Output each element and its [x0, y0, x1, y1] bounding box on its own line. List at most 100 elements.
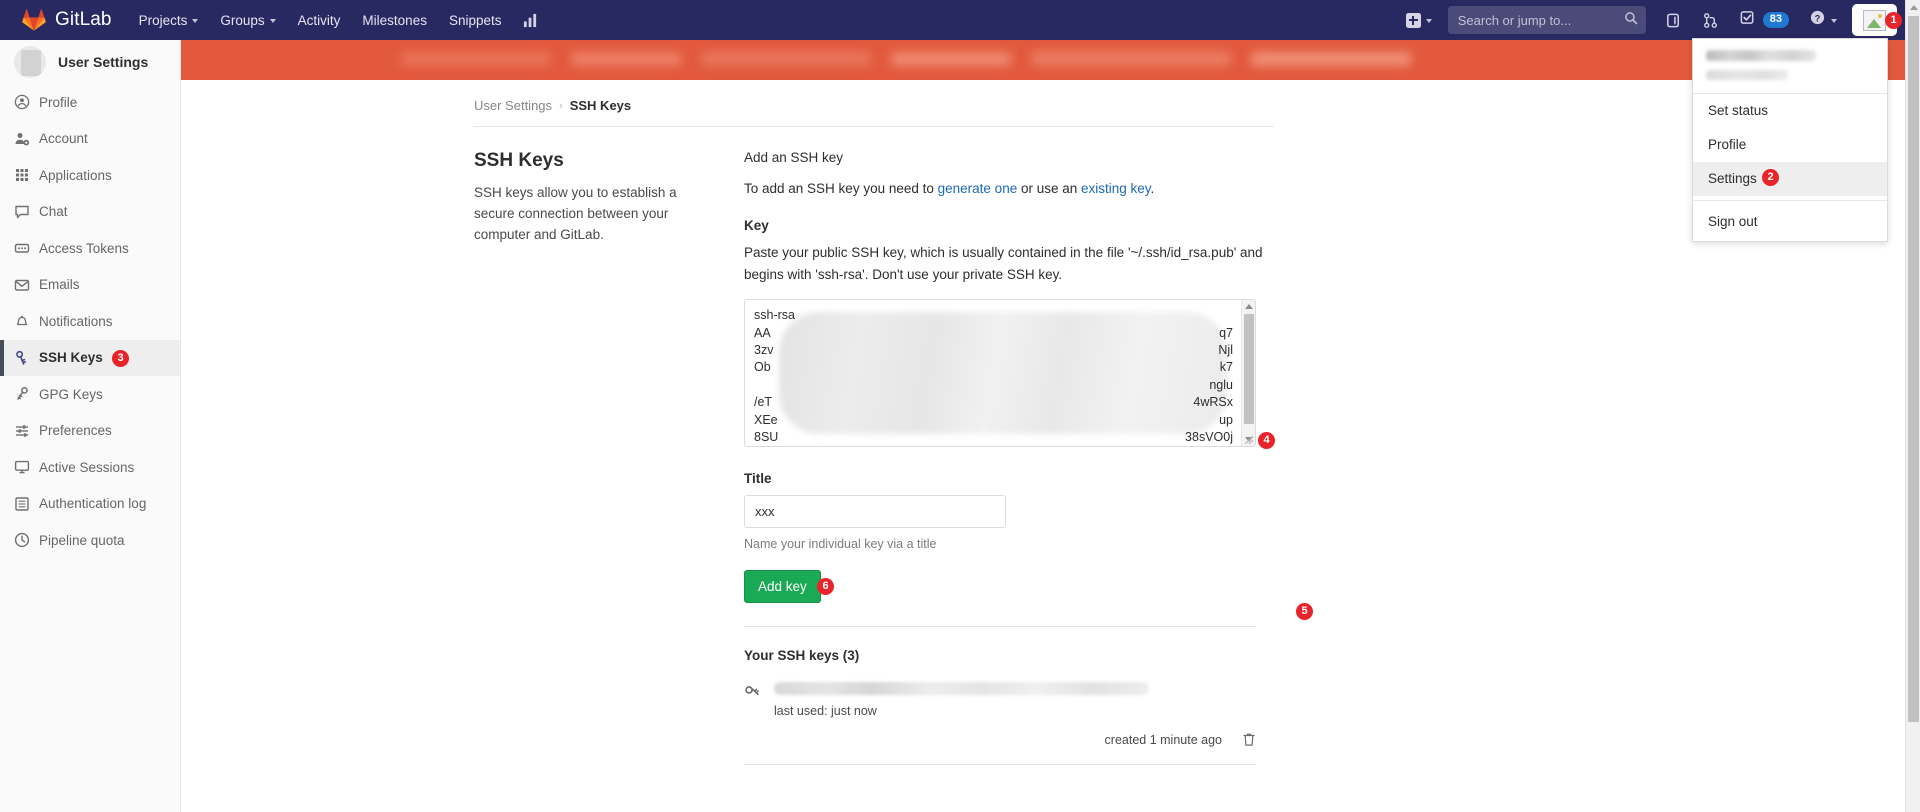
- breadcrumb-user-settings[interactable]: User Settings: [474, 98, 552, 113]
- brand-name: GitLab: [55, 9, 112, 31]
- scroll-up-arrow-icon[interactable]: [1242, 300, 1255, 313]
- clock-quota-icon: [14, 532, 30, 548]
- search-input[interactable]: Search or jump to...: [1448, 6, 1646, 34]
- broadcast-message-banner: [181, 40, 1905, 80]
- sidebar-item-emails[interactable]: Emails: [0, 267, 180, 304]
- comment-icon: [14, 204, 30, 220]
- sidebar-item-preferences[interactable]: Preferences: [0, 413, 180, 450]
- dropdown-item-set-status[interactable]: Set status: [1693, 94, 1887, 128]
- sidebar-avatar: [14, 46, 46, 78]
- key-created-at: created 1 minute ago: [1105, 733, 1222, 747]
- dropdown-item-sign-out[interactable]: Sign out: [1693, 205, 1887, 239]
- list-divider: [744, 764, 1256, 765]
- gitlab-tanuki-icon: [22, 8, 46, 32]
- title-input-help: Name your individual key via a title: [744, 537, 1264, 551]
- primary-nav: Projects Groups Activity Milestones Snip…: [128, 0, 548, 40]
- sidebar-item-pipeline-quota[interactable]: Pipeline quota: [0, 522, 180, 559]
- sidebar-item-label: Preferences: [39, 423, 112, 438]
- chevron-down-icon: [1831, 19, 1837, 23]
- sidebar-item-label: Notifications: [39, 314, 113, 329]
- gitlab-logo-home-link[interactable]: GitLab: [0, 0, 128, 40]
- todo-check-icon: [1739, 9, 1756, 31]
- annotation-badge-3: 3: [112, 350, 129, 367]
- dropdown-user-info: [1693, 39, 1887, 94]
- page-scroll-thumb[interactable]: [1908, 16, 1919, 722]
- trash-icon[interactable]: [1242, 732, 1256, 747]
- todos-button[interactable]: 83: [1730, 0, 1798, 40]
- banner-blurred-text: [701, 51, 871, 66]
- sidebar-item-label: Profile: [39, 95, 77, 110]
- nav-projects-label: Projects: [139, 13, 188, 28]
- dropdown-item-settings-label: Settings: [1708, 171, 1757, 186]
- sidebar-item-authentication-log[interactable]: Authentication log: [0, 486, 180, 523]
- intro-text-middle: or use an: [1017, 181, 1081, 196]
- intro-text-before: To add an SSH key you need to: [744, 181, 938, 196]
- sidebar-item-notifications[interactable]: Notifications: [0, 303, 180, 340]
- sidebar-item-profile[interactable]: Profile: [0, 84, 180, 121]
- ssh-keys-description-panel: SSH Keys SSH keys allow you to establish…: [474, 150, 744, 765]
- sidebar-item-access-tokens[interactable]: Access Tokens: [0, 230, 180, 267]
- annotation-badge-2: 2: [1762, 169, 1779, 186]
- banner-blurred-text: [401, 52, 551, 66]
- key-textarea[interactable]: ssh-rsa AA 3zv Ob /eT XEe 8SU q7 Njl k7 …: [744, 299, 1256, 447]
- nav-activity[interactable]: Activity: [287, 0, 352, 40]
- nav-groups[interactable]: Groups: [209, 0, 286, 40]
- avatar: [1863, 10, 1886, 31]
- chevron-down-icon: [1426, 19, 1432, 23]
- breadcrumb-separator-icon: ›: [559, 100, 563, 112]
- banner-blurred-text: [1031, 51, 1231, 66]
- sidebar-header: User Settings: [0, 40, 180, 84]
- intro-text-after: .: [1151, 181, 1155, 196]
- banner-blurred-text: [1251, 52, 1411, 66]
- nav-projects[interactable]: Projects: [128, 0, 210, 40]
- sidebar-item-account[interactable]: Account: [0, 121, 180, 158]
- key-icon: [14, 350, 30, 366]
- nav-milestones[interactable]: Milestones: [351, 0, 438, 40]
- dropdown-item-profile[interactable]: Profile: [1693, 128, 1887, 162]
- search-placeholder: Search or jump to...: [1458, 13, 1624, 28]
- sidebar-item-chat[interactable]: Chat: [0, 194, 180, 231]
- breadcrumb-ssh-keys[interactable]: SSH Keys: [570, 98, 631, 113]
- page-title: SSH Keys: [474, 150, 712, 172]
- page-scrollbar[interactable]: [1905, 0, 1920, 812]
- key-textarea-scroll-thumb[interactable]: [1244, 314, 1254, 424]
- dropdown-handle-blurred: [1706, 70, 1788, 80]
- token-icon: [14, 240, 30, 256]
- key-last-used: last used: just now: [774, 704, 1256, 718]
- help-button[interactable]: ?: [1800, 0, 1846, 40]
- dropdown-item-settings[interactable]: Settings 2: [1693, 162, 1887, 196]
- plus-square-icon: [1406, 13, 1421, 28]
- sidebar-item-ssh-keys[interactable]: SSH Keys 3: [0, 340, 180, 377]
- existing-key-link[interactable]: existing key: [1081, 181, 1151, 196]
- sidebar-item-applications[interactable]: Applications: [0, 157, 180, 194]
- generate-one-link[interactable]: generate one: [938, 181, 1018, 196]
- nav-groups-label: Groups: [220, 13, 264, 28]
- analytics-icon[interactable]: [513, 0, 548, 40]
- add-key-button[interactable]: Add key: [744, 570, 821, 603]
- sidebar-item-active-sessions[interactable]: Active Sessions: [0, 449, 180, 486]
- section-divider: [744, 626, 1256, 627]
- question-circle-icon: ?: [1809, 9, 1826, 31]
- svg-text:?: ?: [1815, 13, 1821, 24]
- key-textarea-scrollbar[interactable]: [1241, 300, 1255, 446]
- grid-apps-icon: [14, 167, 30, 183]
- chevron-down-icon: [192, 19, 198, 23]
- scroll-up-arrow-icon[interactable]: [1906, 0, 1920, 15]
- nav-snippets[interactable]: Snippets: [438, 0, 513, 40]
- sliders-icon: [14, 423, 30, 439]
- merge-request-icon[interactable]: [1693, 0, 1728, 40]
- annotation-badge-4: 4: [1258, 432, 1275, 449]
- key-field-help: Paste your public SSH key, which is usua…: [744, 242, 1264, 285]
- resize-handle-icon[interactable]: [1243, 434, 1254, 445]
- issues-icon[interactable]: [1656, 0, 1691, 40]
- user-dropdown-menu: Set status Profile Settings 2 Sign out: [1692, 38, 1888, 242]
- sidebar-item-gpg-keys[interactable]: GPG Keys: [0, 376, 180, 413]
- create-new-button[interactable]: [1400, 0, 1438, 40]
- envelope-icon: [14, 277, 30, 293]
- table-row: last used: just now: [744, 682, 1256, 718]
- sidebar-item-label: Pipeline quota: [39, 533, 125, 548]
- title-field-label: Title: [744, 471, 1264, 486]
- key-field-label: Key: [744, 218, 1264, 233]
- breadcrumb: User Settings › SSH Keys: [474, 98, 1274, 127]
- title-input[interactable]: xxx: [744, 495, 1006, 528]
